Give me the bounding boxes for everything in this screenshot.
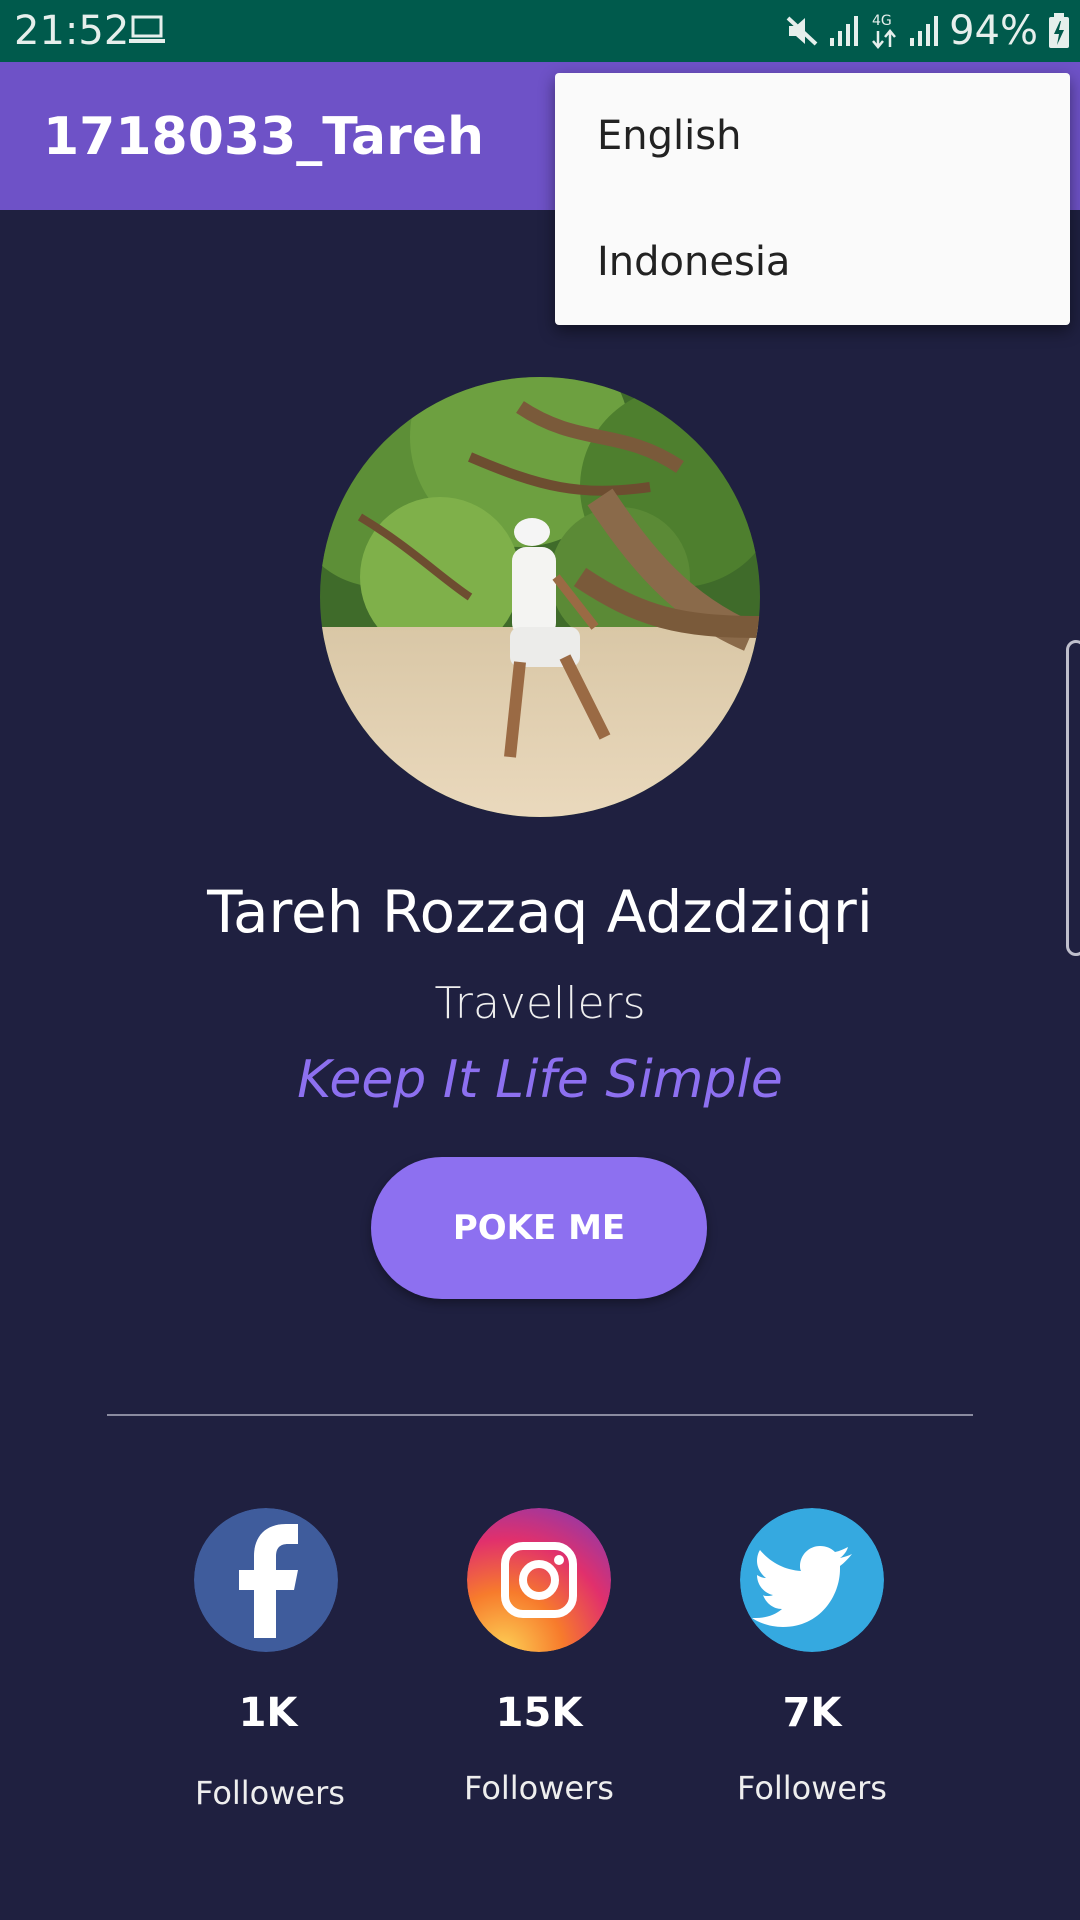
status-icons: 4G 94%: [785, 8, 1070, 54]
network-4g-icon: 4G: [872, 13, 897, 49]
instagram-followers-label: Followers: [464, 1769, 614, 1807]
battery-charging-icon: [1049, 13, 1069, 48]
facebook-icon: [194, 1508, 338, 1652]
signal-icon: [830, 16, 859, 46]
divider: [107, 1414, 973, 1416]
menu-item-english[interactable]: English: [555, 73, 1070, 199]
scroll-indicator[interactable]: [1066, 640, 1080, 956]
language-menu: English Indonesia: [555, 73, 1070, 325]
profile-role: Travellers: [434, 978, 646, 1029]
menu-item-indonesia[interactable]: Indonesia: [555, 199, 1070, 325]
twitter-icon: [740, 1508, 884, 1652]
profile-motto: Keep It Life Simple: [297, 1050, 783, 1110]
menu-item-label: Indonesia: [597, 239, 791, 285]
instagram-icon: [467, 1508, 611, 1652]
status-time: 21:52: [14, 8, 130, 54]
avatar: [320, 377, 760, 817]
app-title: 1718033_Tareh: [43, 107, 485, 167]
poke-me-button[interactable]: POKE ME: [371, 1157, 707, 1299]
facebook-followers-label: Followers: [195, 1774, 345, 1812]
profile-photo: [320, 377, 760, 817]
instagram-count: 15K: [495, 1690, 583, 1736]
status-bar: 21:52 4G 94%: [0, 0, 1080, 62]
profile-name: Tareh Rozzaq Adzdziqri: [207, 878, 873, 946]
instagram-button[interactable]: [467, 1508, 611, 1652]
laptop-icon: [129, 15, 165, 43]
twitter-button[interactable]: [740, 1508, 884, 1652]
facebook-count: 1K: [238, 1690, 298, 1736]
twitter-count: 7K: [782, 1690, 842, 1736]
battery-percent: 94%: [949, 8, 1038, 54]
screen: 21:52 4G 94% 1718033_Tareh English Indon…: [0, 0, 1080, 1920]
menu-item-label: English: [597, 113, 742, 159]
svg-text:4G: 4G: [872, 13, 892, 29]
facebook-button[interactable]: [194, 1508, 338, 1652]
mute-icon: [786, 16, 818, 46]
twitter-followers-label: Followers: [737, 1769, 887, 1807]
signal-icon: [910, 16, 939, 46]
